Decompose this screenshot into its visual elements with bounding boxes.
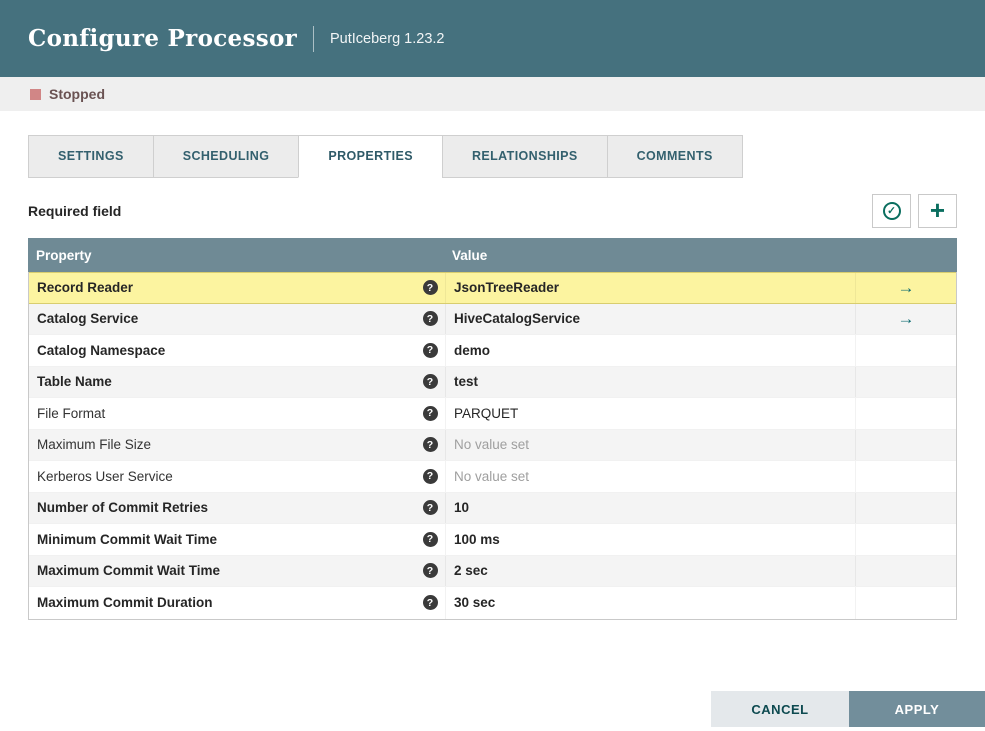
processor-name-version: PutIceberg 1.23.2: [330, 30, 445, 47]
question-circle-icon: ?: [422, 500, 438, 516]
properties-toolbar: Required field ✓ +: [28, 194, 957, 228]
property-row: Maximum Commit Wait Time ? 2 sec: [29, 555, 956, 587]
property-name: Kerberos User Service: [37, 468, 173, 484]
property-row: Record Reader ? JsonTreeReader →: [29, 272, 956, 304]
question-circle-icon: ?: [422, 595, 438, 611]
dialog-content: SETTINGS SCHEDULING PROPERTIES RELATIONS…: [0, 135, 985, 620]
property-row: Number of Commit Retries ? 10: [29, 492, 956, 524]
property-value[interactable]: 10: [445, 492, 855, 523]
properties-table: Property Value Record Reader ? JsonTreeR…: [28, 238, 957, 620]
question-circle-icon: ?: [422, 342, 438, 358]
stopped-status-icon: [30, 88, 41, 100]
question-circle-icon: ?: [422, 563, 438, 579]
question-circle-icon: ?: [422, 437, 438, 453]
check-circle-icon: ✓: [882, 202, 901, 220]
property-value[interactable]: PARQUET: [445, 398, 855, 429]
required-field-label: Required field: [28, 203, 122, 219]
property-value[interactable]: 100 ms: [445, 524, 855, 555]
question-circle-icon: ?: [422, 374, 438, 390]
property-row: Maximum File Size ? No value set: [29, 429, 956, 461]
property-value[interactable]: No value set: [445, 461, 855, 492]
tab-comments[interactable]: COMMENTS: [606, 135, 743, 178]
property-row: Catalog Service ? HiveCatalogService →: [29, 303, 956, 335]
toolbar-buttons: ✓ +: [872, 194, 957, 228]
property-name: Catalog Namespace: [37, 342, 166, 358]
status-bar: Stopped: [0, 77, 985, 111]
dialog-header: Configure Processor PutIceberg 1.23.2: [0, 0, 985, 77]
arrow-right-icon[interactable]: →: [898, 278, 915, 298]
property-row: File Format ? PARQUET: [29, 398, 956, 430]
property-value[interactable]: HiveCatalogService: [445, 303, 855, 334]
question-circle-icon: ?: [422, 531, 438, 547]
property-row: Table Name ? test: [29, 366, 956, 398]
property-value[interactable]: demo: [445, 335, 855, 366]
property-column-header: Property: [36, 248, 92, 263]
tab-scheduling[interactable]: SCHEDULING: [152, 135, 300, 178]
property-name: Catalog Service: [37, 311, 139, 327]
configure-processor-dialog: Configure Processor PutIceberg 1.23.2 St…: [0, 0, 985, 727]
question-circle-icon: ?: [422, 468, 438, 484]
property-value[interactable]: test: [445, 366, 855, 397]
property-name: File Format: [37, 405, 106, 421]
tab-properties[interactable]: PROPERTIES: [298, 135, 443, 178]
property-name: Number of Commit Retries: [37, 500, 209, 516]
property-value[interactable]: 2 sec: [445, 555, 855, 586]
property-name: Table Name: [37, 374, 112, 390]
verify-properties-button[interactable]: ✓: [872, 194, 911, 228]
property-row: Minimum Commit Wait Time ? 100 ms: [29, 524, 956, 556]
property-row: Catalog Namespace ? demo: [29, 335, 956, 367]
cancel-button[interactable]: CANCEL: [711, 691, 849, 727]
tab-bar: SETTINGS SCHEDULING PROPERTIES RELATIONS…: [28, 135, 957, 178]
property-name: Record Reader: [37, 280, 134, 296]
table-body: Record Reader ? JsonTreeReader → Catalog…: [28, 272, 957, 620]
property-value[interactable]: No value set: [445, 429, 855, 460]
plus-icon: +: [929, 194, 946, 225]
question-circle-icon: ?: [422, 405, 438, 421]
property-name: Maximum File Size: [37, 437, 152, 453]
dialog-footer: CANCEL APPLY: [711, 691, 985, 727]
arrow-right-icon[interactable]: →: [898, 309, 915, 329]
property-row: Maximum Commit Duration ? 30 sec: [29, 587, 956, 619]
property-value[interactable]: JsonTreeReader: [445, 273, 855, 303]
dialog-title: Configure Processor: [28, 25, 298, 52]
table-header-row: Property Value: [28, 238, 957, 273]
title-divider: [313, 25, 315, 52]
add-property-button[interactable]: +: [918, 194, 957, 228]
status-label: Stopped: [49, 86, 105, 102]
tab-relationships[interactable]: RELATIONSHIPS: [441, 135, 608, 178]
property-name: Maximum Commit Duration: [37, 595, 213, 611]
property-value[interactable]: 30 sec: [445, 587, 855, 619]
property-name: Minimum Commit Wait Time: [37, 531, 218, 547]
apply-button[interactable]: APPLY: [849, 691, 985, 727]
question-circle-icon: ?: [422, 280, 438, 296]
property-row: Kerberos User Service ? No value set: [29, 461, 956, 493]
value-column-header: Value: [452, 248, 488, 263]
property-name: Maximum Commit Wait Time: [37, 563, 221, 579]
tab-settings[interactable]: SETTINGS: [28, 135, 154, 178]
question-circle-icon: ?: [422, 311, 438, 327]
